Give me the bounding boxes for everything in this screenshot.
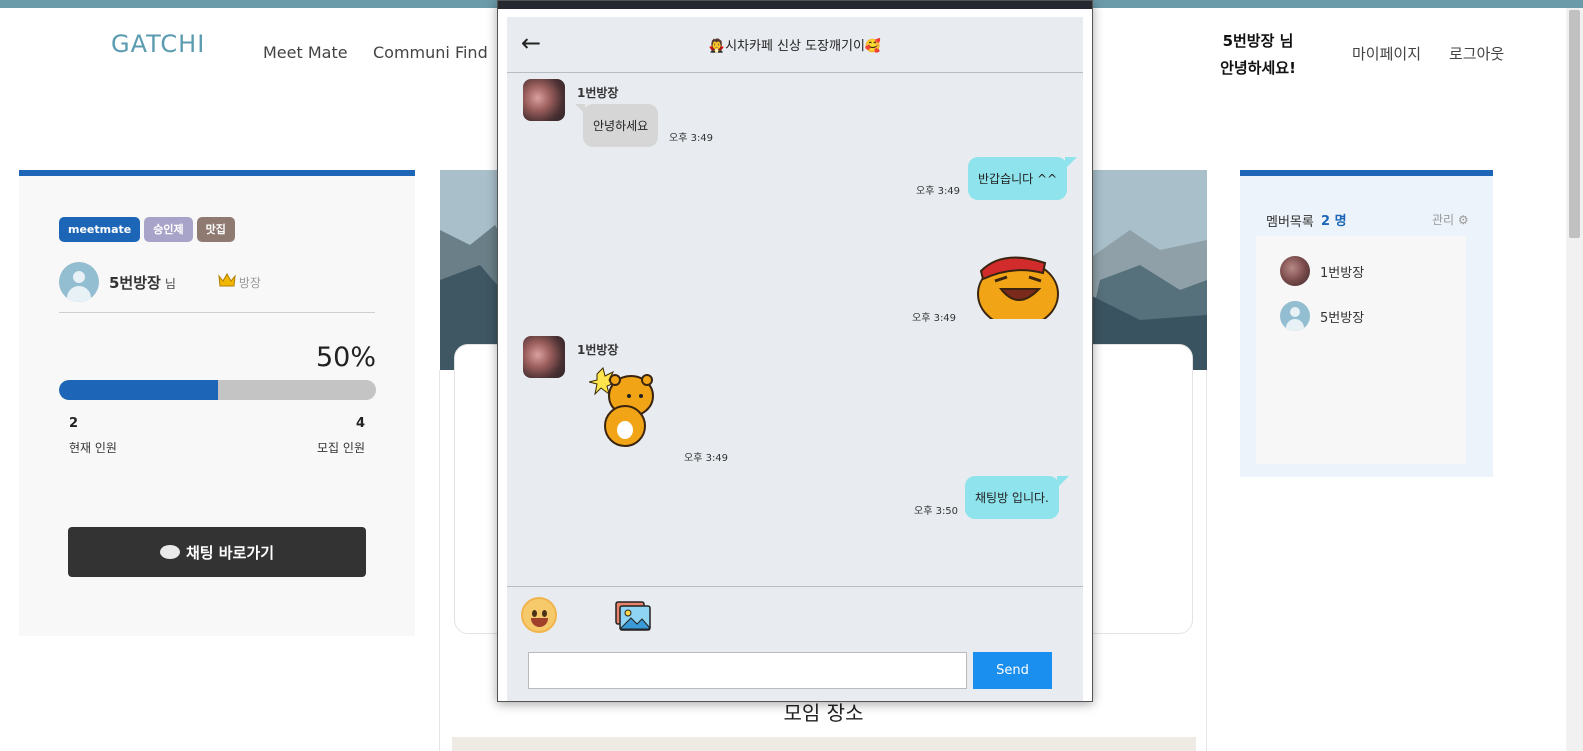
tag-meetmate: meetmate	[59, 217, 141, 242]
message-time: 오후 3:49	[684, 453, 729, 464]
site-logo[interactable]: GATCHI	[111, 30, 205, 58]
chat-header: ← 🧛시차카페 신상 도장깨기이🥰	[507, 17, 1083, 73]
member-name: 1번방장	[1320, 265, 1365, 281]
member-avatar	[1280, 301, 1310, 331]
logout-link[interactable]: 로그아웃	[1449, 43, 1504, 64]
send-button[interactable]: Send	[973, 652, 1052, 689]
role-label: 방장	[238, 275, 261, 290]
greeting: 5번방장 님 안녕하세요!	[1203, 28, 1313, 82]
nav-communi-find[interactable]: Communi Find	[373, 43, 488, 62]
recruit-progress-bar	[59, 380, 376, 400]
page-scrollbar-thumb[interactable]	[1569, 10, 1580, 238]
max-count: 4	[355, 416, 365, 431]
member-list-card: 멤버목록 2 명 관리 ⚙ 1번방장 5번방장	[1240, 170, 1493, 477]
host-row: 5번방장 님 방장	[59, 262, 261, 302]
sender-name: 1번방장	[577, 343, 619, 357]
sender-avatar	[523, 336, 565, 378]
chat-shortcut-label: 채팅 바로가기	[185, 543, 275, 562]
gear-icon: ⚙	[1457, 213, 1469, 227]
speech-bubble-icon	[159, 545, 180, 559]
sender-name: 1번방장	[577, 86, 619, 100]
outgoing-message: 반갑습니다 ^^	[968, 157, 1078, 200]
current-count-label: 현재 인원	[69, 441, 117, 455]
manage-label: 관리	[1432, 213, 1455, 227]
laughing-bear-sticker	[973, 249, 1063, 328]
center-border-left	[439, 370, 440, 751]
chat-input-area: Send	[507, 586, 1083, 701]
chat-popup-window: ← 🧛시차카페 신상 도장깨기이🥰 1번방장 안녕하세요 오후 3:49 오후 …	[497, 0, 1093, 702]
host-name: 5번방장	[109, 273, 161, 292]
member-item[interactable]: 1번방장	[1280, 256, 1364, 286]
message-input[interactable]	[528, 652, 967, 689]
tag-food: 맛집	[196, 217, 235, 242]
crown-icon	[218, 272, 236, 291]
max-count-label: 모집 인원	[317, 441, 365, 455]
outgoing-message: 채팅방 입니다.	[965, 476, 1069, 519]
tag-list: meetmate 승인제 맛집	[59, 217, 235, 242]
tag-approval: 승인제	[144, 217, 193, 242]
ryan-sticker	[588, 366, 661, 454]
recruit-progress-fill	[59, 380, 218, 400]
member-item[interactable]: 5번방장	[1280, 301, 1364, 331]
nav-meet-mate[interactable]: Meet Mate	[263, 43, 348, 62]
chat-shortcut-button[interactable]: 채팅 바로가기	[68, 527, 366, 577]
meeting-info-card: meetmate 승인제 맛집 5번방장 님 방장 50% 2 4 현재 인원 …	[19, 170, 415, 636]
map-preview[interactable]	[452, 737, 1196, 751]
members-count: 2 명	[1321, 214, 1347, 229]
message-time: 오후 3:49	[916, 186, 961, 197]
sender-avatar	[523, 79, 565, 121]
member-avatar	[1280, 256, 1310, 286]
current-count: 2	[69, 416, 79, 431]
manage-button[interactable]: 관리 ⚙	[1432, 211, 1469, 228]
center-border-right	[1206, 370, 1207, 751]
recruit-percent: 50%	[315, 342, 376, 373]
divider	[59, 312, 375, 313]
incoming-message: 안녕하세요	[574, 104, 659, 147]
message-time: 오후 3:50	[914, 506, 959, 517]
chat-room: ← 🧛시차카페 신상 도장깨기이🥰 1번방장 안녕하세요 오후 3:49 오후 …	[507, 17, 1083, 701]
mypage-link[interactable]: 마이페이지	[1352, 43, 1421, 64]
message-time: 오후 3:49	[669, 133, 714, 144]
message-list: 1번방장 안녕하세요 오후 3:49 오후 3:49 반갑습니다 ^^ 오후 3…	[507, 74, 1083, 586]
members-title: 멤버목록	[1266, 215, 1314, 230]
host-avatar	[59, 262, 99, 302]
greeting-line1: 5번방장 님	[1222, 32, 1294, 50]
emoji-smile-icon[interactable]	[521, 597, 557, 633]
back-arrow-icon[interactable]: ←	[521, 29, 541, 57]
chat-room-title: 🧛시차카페 신상 도장깨기이🥰	[708, 39, 882, 54]
image-upload-icon[interactable]	[615, 601, 651, 631]
message-time: 오후 3:49	[912, 313, 957, 324]
member-name: 5번방장	[1320, 310, 1365, 326]
member-list: 1번방장 5번방장	[1256, 236, 1466, 464]
host-suffix: 님	[164, 276, 176, 291]
greeting-line2: 안녕하세요!	[1220, 59, 1296, 77]
chat-window-titlebar	[498, 1, 1092, 9]
